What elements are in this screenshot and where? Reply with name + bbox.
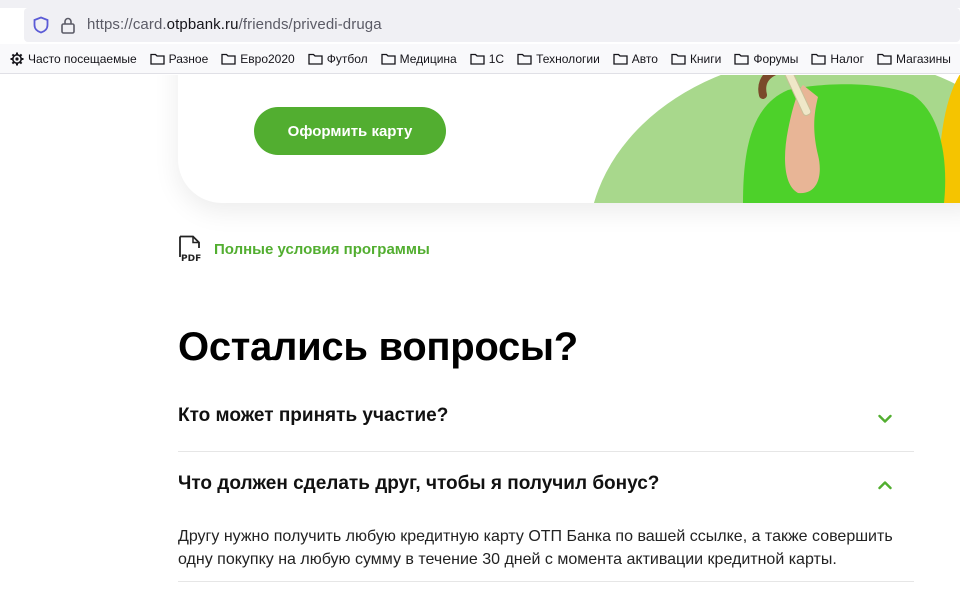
bookmark-label: Книги	[689, 51, 722, 66]
folder-icon	[221, 53, 236, 65]
bookmark-folder-tech[interactable]: Технологии	[517, 52, 600, 66]
chevron-down-icon[interactable]	[878, 414, 892, 424]
bookmark-folder-forums[interactable]: Форумы	[734, 52, 798, 66]
faq-answer: Другу нужно получить любую кредитную кар…	[178, 528, 893, 568]
address-bar[interactable]: https://card.otpbank.ru/friends/privedi-…	[24, 8, 960, 42]
bookmark-folder-euro2020[interactable]: Евро2020	[221, 51, 295, 66]
bookmark-folder-football[interactable]: Футбол	[308, 52, 368, 66]
folder-icon	[308, 53, 323, 65]
pdf-icon: PDF	[179, 235, 201, 263]
gear-icon	[10, 52, 24, 65]
url-host: otpbank.ru	[166, 16, 239, 33]
program-conditions-label: Полные условия программы	[214, 240, 430, 258]
page-content: Оформить карту PDF Полные условия програ…	[0, 75, 960, 596]
url-path: /friends/privedi-druga	[238, 16, 382, 33]
tab-strip	[0, 0, 960, 8]
bookmark-label: 1С	[488, 51, 505, 66]
faq-item-who-can-participate[interactable]: Кто может принять участие?	[178, 405, 914, 452]
chevron-up-icon[interactable]	[878, 480, 892, 490]
bookmark-folder-raznoe[interactable]: Разное	[150, 51, 209, 66]
bookmark-label: Форумы	[753, 51, 799, 66]
faq-title: Остались вопросы?	[178, 325, 578, 369]
bookmark-label: Футбол	[326, 51, 368, 66]
bookmark-label: Технологии	[536, 51, 600, 66]
folder-icon	[380, 53, 396, 65]
bookmark-label: Налог	[830, 51, 864, 66]
faq-item-friend-bonus[interactable]: Что должен сделать друг, чтобы я получил…	[178, 473, 914, 582]
url-prefix: https://card.	[87, 16, 167, 33]
bookmark-label: Часто посещаемые	[28, 51, 137, 66]
bookmark-folder-shops[interactable]: Магазины	[877, 52, 951, 66]
folder-icon	[150, 53, 165, 65]
bookmark-folder-medicine[interactable]: Медицина	[380, 51, 457, 66]
bookmark-folder-tax[interactable]: Налог	[811, 52, 864, 66]
folder-icon	[613, 53, 628, 65]
url-text[interactable]: https://card.otpbank.ru/friends/privedi-…	[87, 16, 382, 33]
lock-icon[interactable]	[60, 16, 76, 34]
bookmark-folder-auto[interactable]: Авто	[613, 52, 658, 66]
folder-icon	[517, 53, 532, 65]
folder-icon	[470, 53, 485, 65]
folder-icon	[877, 53, 892, 65]
bookmark-label: Евро2020	[240, 51, 295, 66]
faq-question: Что должен сделать друг, чтобы я получил…	[178, 473, 660, 494]
program-conditions-link[interactable]: PDF Полные условия программы	[178, 235, 430, 263]
folder-icon	[811, 53, 827, 65]
bookmark-item-most-visited[interactable]: Часто посещаемые	[10, 52, 137, 66]
bookmark-folder-1c[interactable]: 1С	[470, 52, 504, 66]
folder-icon	[734, 53, 749, 65]
folder-icon	[671, 53, 686, 65]
bookmark-label: Магазины	[895, 51, 951, 66]
faq-question: Кто может принять участие?	[178, 405, 449, 426]
bookmark-label: Разное	[168, 51, 209, 66]
pdf-icon-label: PDF	[181, 254, 201, 263]
apply-card-button[interactable]: Оформить карту	[254, 107, 446, 155]
bookmarks-toolbar: Часто посещаемые Разное Евро2020 Футбол …	[0, 44, 960, 74]
bookmark-label: Авто	[631, 51, 658, 66]
bookmark-folder-books[interactable]: Книги	[671, 52, 721, 66]
shield-icon[interactable]	[32, 16, 50, 34]
bookmark-label: Медицина	[399, 51, 457, 66]
